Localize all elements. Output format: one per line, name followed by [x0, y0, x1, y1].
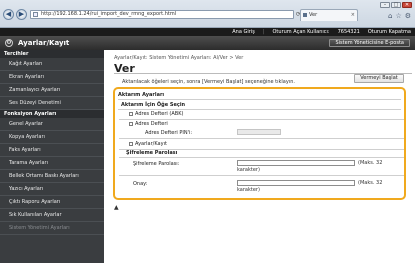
browser-tab[interactable]: Ver ×: [300, 9, 358, 21]
home-link[interactable]: Ana Giriş: [232, 28, 255, 36]
minimize-icon[interactable]: –: [380, 2, 390, 8]
sidebar-item-report[interactable]: Çıktı Raporu Ayarları: [0, 196, 104, 209]
address-book-checkbox[interactable]: [129, 122, 133, 126]
sidebar-heading-function: Fonksiyon Ayarları: [0, 110, 104, 118]
sidebar-item-printer[interactable]: Yazıcı Ayarları: [0, 183, 104, 196]
sidebar-item-display[interactable]: Ekran Ayarları: [0, 71, 104, 84]
header-title: Ayarlar/Kayıt: [18, 39, 70, 47]
sidebar-item-timer[interactable]: Zamanlayıcı Ayarları: [0, 84, 104, 97]
address-book-abk-option[interactable]: Adres Defteri (ABK): [129, 111, 183, 117]
divider: [119, 175, 404, 176]
settings-logo-icon: ⚙: [5, 39, 13, 47]
start-export-button[interactable]: Vermeyi Başlat: [354, 74, 404, 83]
tab-title: Ver: [309, 12, 318, 18]
sidebar-item-general[interactable]: Genel Ayarlar: [0, 118, 104, 131]
select-items-title: Aktarım İçin Öğe Seçin: [121, 102, 186, 108]
sidebar-item-system-management[interactable]: Sistem Yönetimi Ayarları: [0, 222, 104, 235]
address-book-label: Adres Defteri: [135, 121, 168, 127]
gear-icon[interactable]: ⚙: [405, 12, 411, 20]
sidebar-item-scan[interactable]: Tarama Ayarları: [0, 157, 104, 170]
address-bar[interactable]: http://192.168.1.24/rui_import_dev_rmng_…: [30, 10, 294, 19]
address-book-option[interactable]: Adres Defteri: [129, 121, 168, 127]
back-icon[interactable]: ◀: [3, 9, 14, 20]
sidebar-heading-preferences: Tercihler: [0, 50, 104, 58]
forward-icon[interactable]: ▶: [16, 9, 27, 20]
sidebar-item-volume[interactable]: Ses Düzeyi Denetimi: [0, 97, 104, 110]
page-icon: [33, 12, 38, 17]
export-settings-title: Aktarım Ayarları: [118, 92, 165, 98]
settings-checkbox[interactable]: [129, 142, 133, 146]
confirm-password-input[interactable]: [237, 180, 355, 186]
maximize-icon[interactable]: □: [391, 2, 401, 8]
browser-chrome: – □ ✕ ◀ ▶ http://192.168.1.24/rui_import…: [0, 0, 415, 28]
window-controls: – □ ✕: [380, 2, 412, 8]
max-chars-note-unit: karakter): [237, 187, 260, 193]
main-content: Ayarlar/Kayıt: Sistem Yönetimi Ayarları:…: [104, 50, 415, 263]
encryption-title: Şifreleme Parolası: [126, 150, 178, 156]
back-to-top-icon[interactable]: ▲: [114, 204, 119, 211]
breadcrumb: Ayarlar/Kayıt: Sistem Yönetimi Ayarları:…: [114, 55, 244, 61]
home-icon[interactable]: ⌂: [388, 12, 392, 20]
confirm-label: Onay:: [133, 181, 148, 187]
favorites-icon[interactable]: ☆: [395, 12, 401, 20]
max-chars-note: (Maks. 32: [358, 160, 383, 166]
header: ⚙ Ayarlar/Kayıt Sistem Yöneticisine E-po…: [0, 36, 415, 50]
divider: [119, 157, 404, 158]
close-icon[interactable]: ✕: [402, 2, 412, 8]
address-pin-input: [237, 129, 281, 135]
instruction-text: Aktarılacak öğeleri seçin, sonra [Vermey…: [122, 79, 295, 85]
user-label: Oturum Açan Kullanıcı:: [272, 29, 330, 35]
divider: |: [262, 29, 265, 35]
address-url: http://192.168.1.24/rui_import_dev_rmng_…: [41, 11, 177, 17]
export-settings-panel: Aktarım Ayarları Aktarım İçin Öğe Seçin …: [113, 87, 406, 200]
toolbar-icons: ⌂ ☆ ⚙: [388, 12, 411, 20]
divider: [118, 109, 401, 110]
user-value: 7654321: [337, 29, 360, 35]
top-bar: Ana Giriş | Oturum Açan Kullanıcı: 76543…: [0, 28, 415, 36]
sidebar: Tercihler Kağıt Ayarları Ekran Ayarları …: [0, 50, 104, 263]
divider: [119, 138, 404, 139]
address-book-abk-checkbox[interactable]: [129, 112, 133, 116]
sidebar-item-fax[interactable]: Faks Ayarları: [0, 144, 104, 157]
tab-favicon-icon: [303, 13, 307, 17]
address-book-abk-label: Adres Defteri (ABK): [135, 111, 184, 117]
encryption-password-input[interactable]: [237, 160, 355, 166]
sidebar-item-memory-print[interactable]: Bellek Ortamı Baskı Ayarları: [0, 170, 104, 183]
settings-label: Ayarlar/Kayıt: [135, 141, 167, 147]
logout-link[interactable]: Oturum Kapatma: [368, 28, 411, 36]
address-pin-label: Adres Defteri PIN'i:: [145, 130, 193, 136]
encryption-password-label: Şifreleme Parolası:: [133, 161, 180, 167]
sidebar-item-copy[interactable]: Kopya Ayarları: [0, 131, 104, 144]
divider: [119, 119, 404, 120]
mail-admin-button[interactable]: Sistem Yöneticisine E-posta: [329, 39, 410, 47]
max-chars-note: (Maks. 32: [358, 180, 383, 186]
divider: [118, 99, 401, 100]
sidebar-item-favorites[interactable]: Sık Kullanılan Ayarlar: [0, 209, 104, 222]
settings-option[interactable]: Ayarlar/Kayıt: [129, 141, 167, 147]
sidebar-item-paper[interactable]: Kağıt Ayarları: [0, 58, 104, 71]
tab-close-icon[interactable]: ×: [351, 10, 355, 21]
max-chars-note-unit: karakter): [237, 167, 260, 173]
